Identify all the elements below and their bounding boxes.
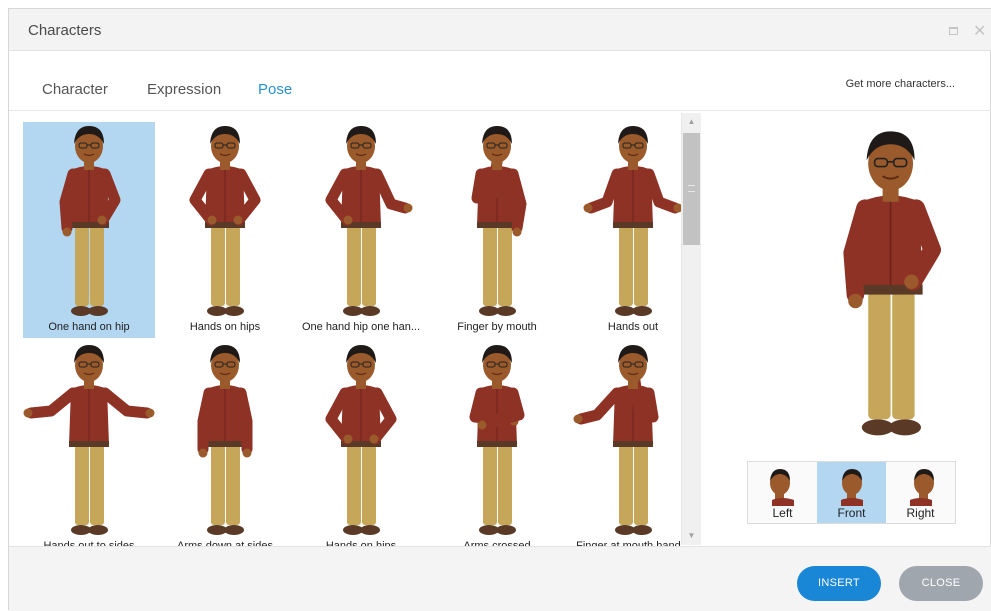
scroll-thumb[interactable] <box>683 133 700 245</box>
pose-item[interactable]: Hands on hips <box>159 122 291 338</box>
pose-item[interactable]: Hands on hips <box>295 341 427 546</box>
pose-label: Hands on hips <box>189 321 261 333</box>
view-angle-selector: Left Front Right <box>747 461 956 524</box>
pose-label: Hands out <box>607 321 659 333</box>
pose-preview-panel: Left Front Right <box>709 113 991 553</box>
pose-thumbnail <box>583 126 681 316</box>
scroll-up-arrow-icon[interactable]: ▲ <box>682 113 701 131</box>
dialog-footer: INSERT CLOSE <box>9 546 991 611</box>
pose-label: One hand hip one han... <box>301 321 421 333</box>
pose-item[interactable]: Finger by mouth <box>431 122 563 338</box>
angle-label: Right <box>906 506 935 520</box>
dialog-title: Characters <box>28 22 102 39</box>
close-button[interactable]: CLOSE <box>899 566 983 601</box>
get-more-characters-link[interactable]: Get more characters... <box>846 78 955 90</box>
pose-thumbnail <box>573 345 659 535</box>
pose-item[interactable]: Arms crossed <box>431 341 563 546</box>
angle-left[interactable]: Left <box>748 462 817 523</box>
pose-item[interactable]: Hands out <box>567 122 681 338</box>
pose-thumbnail <box>469 345 525 535</box>
tab-pose[interactable]: Pose <box>258 81 292 98</box>
tab-bar: Character Expression Pose Get more chara… <box>9 51 991 111</box>
close-icon[interactable]: ✕ <box>973 21 986 41</box>
characters-dialog: Characters ✕ Character Expression Pose G… <box>8 8 991 611</box>
pose-item[interactable]: One hand on hip <box>23 122 155 338</box>
head-right-icon <box>910 469 934 506</box>
head-front-icon <box>841 469 863 506</box>
pose-thumbnail <box>325 345 397 535</box>
pose-label: One hand on hip <box>48 321 130 333</box>
tab-character[interactable]: Character <box>42 81 108 98</box>
angle-label: Front <box>837 506 866 520</box>
pose-item[interactable]: Arms down at sides <box>159 341 291 546</box>
scroll-down-arrow-icon[interactable]: ▼ <box>682 527 701 545</box>
pose-thumbnail <box>23 345 155 535</box>
head-left-icon <box>770 469 794 506</box>
pose-item[interactable]: Finger at mouth hand... <box>567 341 681 546</box>
pose-grid-scrollbar[interactable]: ▲ ▼ <box>681 113 701 545</box>
angle-front[interactable]: Front <box>817 462 886 523</box>
pose-thumbnail <box>59 126 121 316</box>
grip-icon <box>688 185 695 192</box>
pose-thumbnail <box>197 345 253 535</box>
pose-item[interactable]: One hand hip one han... <box>295 122 427 338</box>
character-preview <box>843 131 942 436</box>
pose-thumbnail <box>471 126 527 316</box>
angle-label: Left <box>772 506 793 520</box>
tab-expression[interactable]: Expression <box>147 81 221 98</box>
pose-thumbnail <box>189 126 261 316</box>
pose-item[interactable]: Hands out to sides <box>23 341 155 546</box>
maximize-icon[interactable] <box>949 27 958 35</box>
angle-right[interactable]: Right <box>886 462 955 523</box>
insert-button[interactable]: INSERT <box>797 566 881 601</box>
pose-grid: One hand on hip Hands on hips One hand hip… <box>13 113 681 546</box>
pose-label: Finger by mouth <box>457 321 537 333</box>
pose-thumbnail <box>325 126 413 316</box>
title-bar: Characters ✕ <box>9 9 991 51</box>
